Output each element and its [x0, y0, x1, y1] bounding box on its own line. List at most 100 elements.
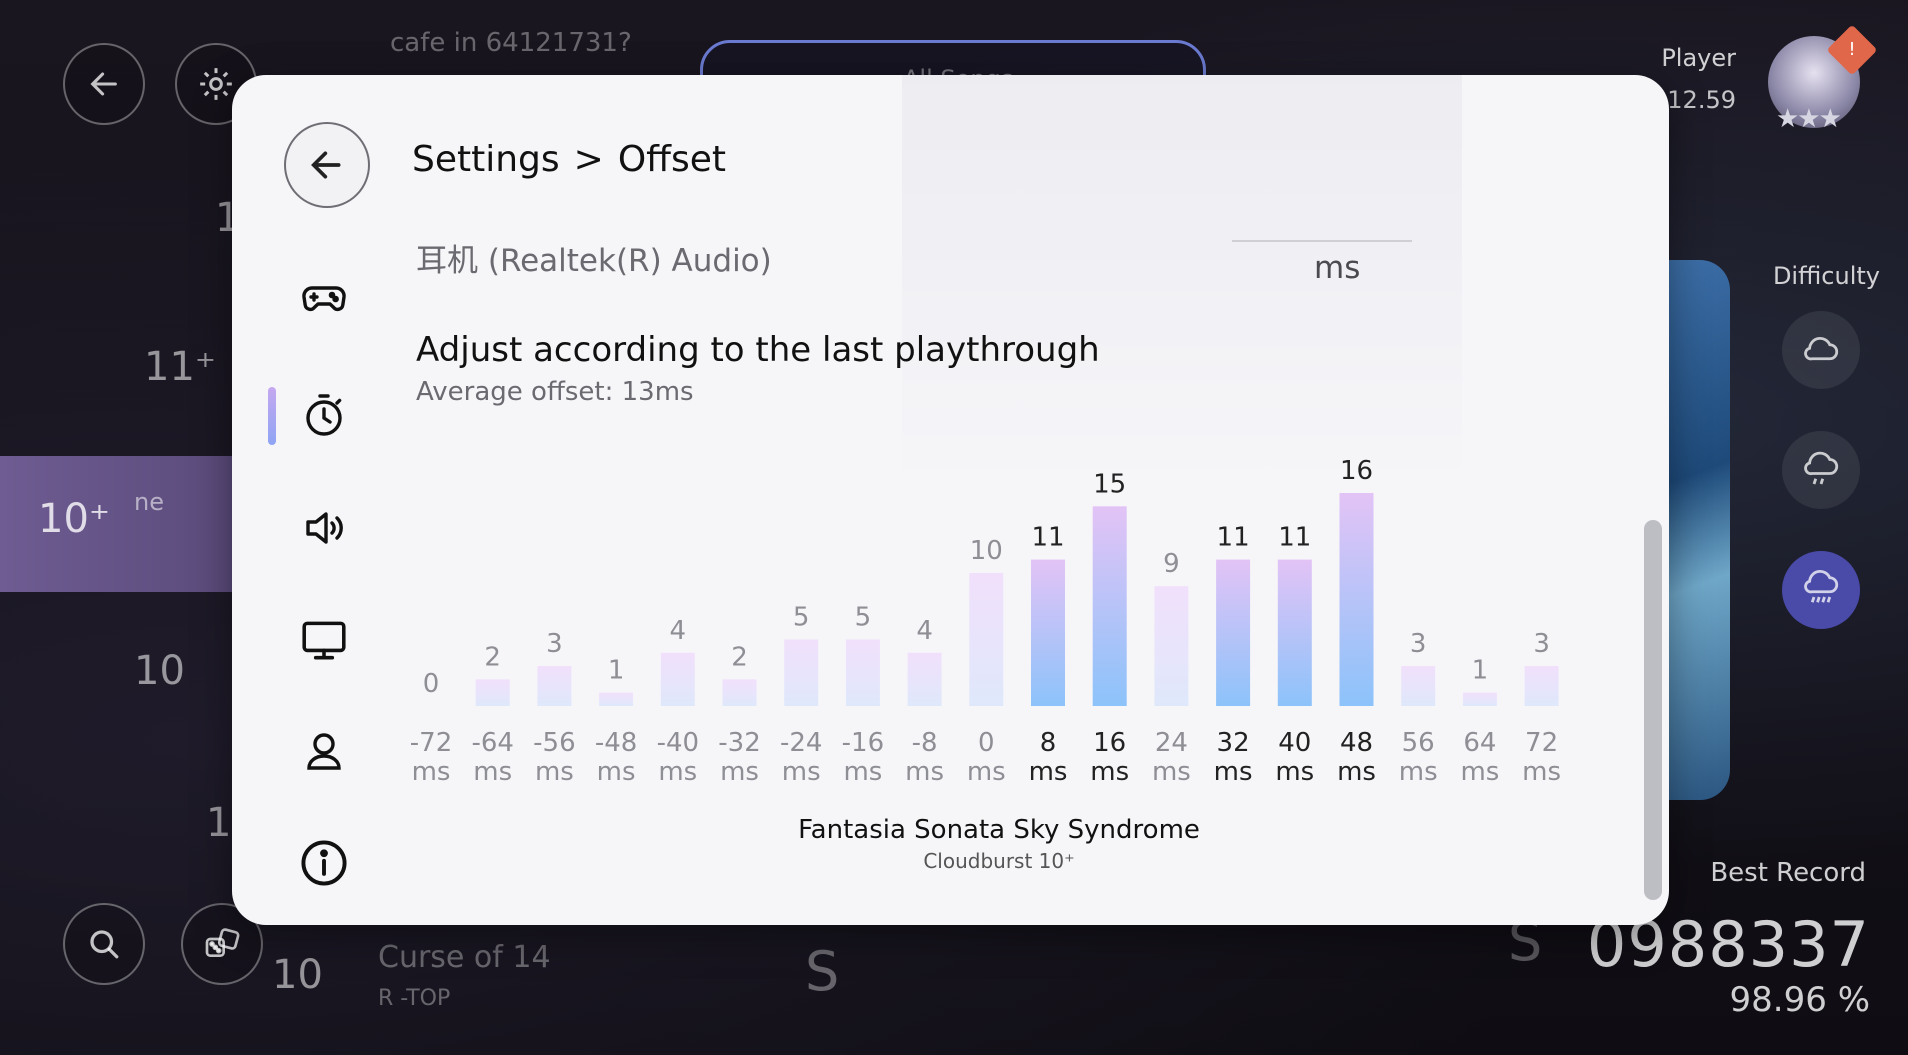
- song-artwork: [1660, 260, 1730, 800]
- bar-value-label: 11: [1031, 523, 1064, 553]
- histogram-bar: [969, 572, 1004, 706]
- histogram-bar: [1462, 692, 1497, 706]
- bar-value-label: 11: [1217, 523, 1250, 553]
- player-rks: 12.59: [1667, 86, 1736, 114]
- x-tick-unit: ms: [1337, 757, 1376, 787]
- offset-histogram: 0-72ms2-64ms3-56ms1-48ms4-40ms2-32ms5-24…: [410, 456, 1561, 787]
- x-tick-label: -56: [533, 728, 575, 758]
- list-level-4: 10: [134, 648, 185, 694]
- x-tick-unit: ms: [905, 757, 944, 787]
- x-tick-label: -72: [410, 728, 452, 758]
- bar-value-label: 15: [1093, 469, 1126, 499]
- histogram-bar: [1524, 666, 1559, 706]
- bar-value-label: 10: [970, 536, 1003, 566]
- bar-value-label: 1: [1472, 656, 1489, 686]
- cloud-rain-icon: [1804, 570, 1839, 603]
- bar-value-label: 16: [1340, 456, 1373, 486]
- best-accuracy: 98.96 %: [1729, 980, 1870, 1020]
- x-tick-unit: ms: [535, 757, 574, 787]
- x-tick-label: -48: [595, 728, 637, 758]
- bar-value-label: 3: [1410, 629, 1427, 659]
- badge-text: !: [1848, 39, 1856, 60]
- difficulty-hard-button[interactable]: [1782, 431, 1860, 509]
- x-tick-unit: ms: [843, 757, 882, 787]
- x-tick-unit: ms: [1399, 757, 1438, 787]
- x-tick-label: 56: [1402, 728, 1435, 758]
- histogram-bar: [845, 639, 880, 706]
- notification-badge[interactable]: !: [1826, 24, 1878, 76]
- list-level-3: 10⁺: [38, 496, 111, 542]
- x-tick-label: -24: [780, 728, 822, 758]
- back-button-bg[interactable]: [63, 43, 145, 125]
- x-tick-label: -8: [912, 728, 938, 758]
- song-header-text: cafe in 64121731?: [390, 28, 632, 58]
- difficulty-easy-button[interactable]: [1782, 311, 1860, 389]
- x-tick-label: 48: [1340, 728, 1373, 758]
- x-tick-unit: ms: [1522, 757, 1561, 787]
- x-tick-label: 16: [1093, 728, 1126, 758]
- offset-settings-modal: Settings > Offset 耳机 (Realtek(R) Audio) ms…: [232, 75, 1669, 925]
- list-item-text: ne: [134, 488, 164, 516]
- x-tick-label: 72: [1525, 728, 1558, 758]
- x-tick-unit: ms: [1152, 757, 1191, 787]
- histogram-bar: [660, 652, 695, 706]
- x-tick-unit: ms: [473, 757, 512, 787]
- x-tick-label: -16: [842, 728, 884, 758]
- x-tick-unit: ms: [1460, 757, 1499, 787]
- x-tick-unit: ms: [967, 757, 1006, 787]
- x-tick-label: 0: [978, 728, 995, 758]
- player-name: Player: [1661, 44, 1736, 72]
- arrow-left-icon: [90, 72, 117, 96]
- histogram-bar: [475, 679, 510, 706]
- best-record-label: Best Record: [1710, 858, 1866, 888]
- rank-s-mark-1: S: [805, 940, 840, 1003]
- song-list-selected[interactable]: [0, 456, 240, 592]
- x-tick-unit: ms: [782, 757, 821, 787]
- cloud-icon: [1804, 337, 1839, 361]
- gear-icon: [200, 68, 232, 100]
- bar-value-label: 4: [670, 616, 687, 646]
- search-button[interactable]: [63, 903, 145, 985]
- song-title: Fantasia Sonata Sky Syndrome: [798, 815, 1200, 845]
- x-tick-unit: ms: [412, 757, 451, 787]
- histogram-bar: [1092, 506, 1127, 706]
- histogram-bar: [1277, 559, 1312, 706]
- player-stars: ★★★: [1776, 104, 1842, 134]
- bar-value-label: 3: [1533, 629, 1550, 659]
- x-tick-label: -40: [657, 728, 699, 758]
- difficulty-label: Difficulty: [1772, 262, 1880, 290]
- bar-value-label: 5: [793, 602, 810, 632]
- histogram-bar: [1154, 586, 1189, 706]
- x-tick-unit: ms: [597, 757, 636, 787]
- cloud-drizzle-icon: [1804, 451, 1839, 485]
- bar-value-label: 2: [484, 642, 501, 672]
- x-tick-unit: ms: [1029, 757, 1068, 787]
- list-level-6: 10: [272, 952, 323, 998]
- x-tick-unit: ms: [720, 757, 759, 787]
- bar-value-label: 4: [916, 616, 933, 646]
- histogram-bar: [537, 666, 572, 706]
- x-tick-unit: ms: [658, 757, 697, 787]
- song-difficulty: Cloudburst 10⁺: [923, 849, 1075, 873]
- bar-value-label: 9: [1163, 549, 1180, 579]
- dice-icon: [205, 928, 240, 957]
- x-tick-unit: ms: [1275, 757, 1314, 787]
- bar-value-label: 3: [546, 629, 563, 659]
- difficulty-cloudburst-button[interactable]: [1782, 551, 1860, 629]
- bar-value-label: 1: [608, 656, 625, 686]
- list-level-2: 11⁺: [144, 344, 217, 390]
- list-level-5: 1: [206, 800, 232, 846]
- bar-value-label: 11: [1278, 523, 1311, 553]
- search-icon: [90, 930, 119, 959]
- x-tick-label: 24: [1155, 728, 1188, 758]
- bottom-song-sub: R -TOP: [378, 986, 451, 1011]
- x-tick-label: -32: [718, 728, 760, 758]
- x-tick-unit: ms: [1090, 757, 1129, 787]
- x-tick-label: 64: [1463, 728, 1496, 758]
- bar-value-label: 2: [731, 642, 748, 672]
- x-tick-label: 32: [1217, 728, 1250, 758]
- histogram-bar: [1031, 559, 1065, 706]
- histogram-bar: [907, 652, 942, 706]
- histogram-bar: [599, 692, 634, 706]
- scrollbar[interactable]: [1644, 520, 1662, 900]
